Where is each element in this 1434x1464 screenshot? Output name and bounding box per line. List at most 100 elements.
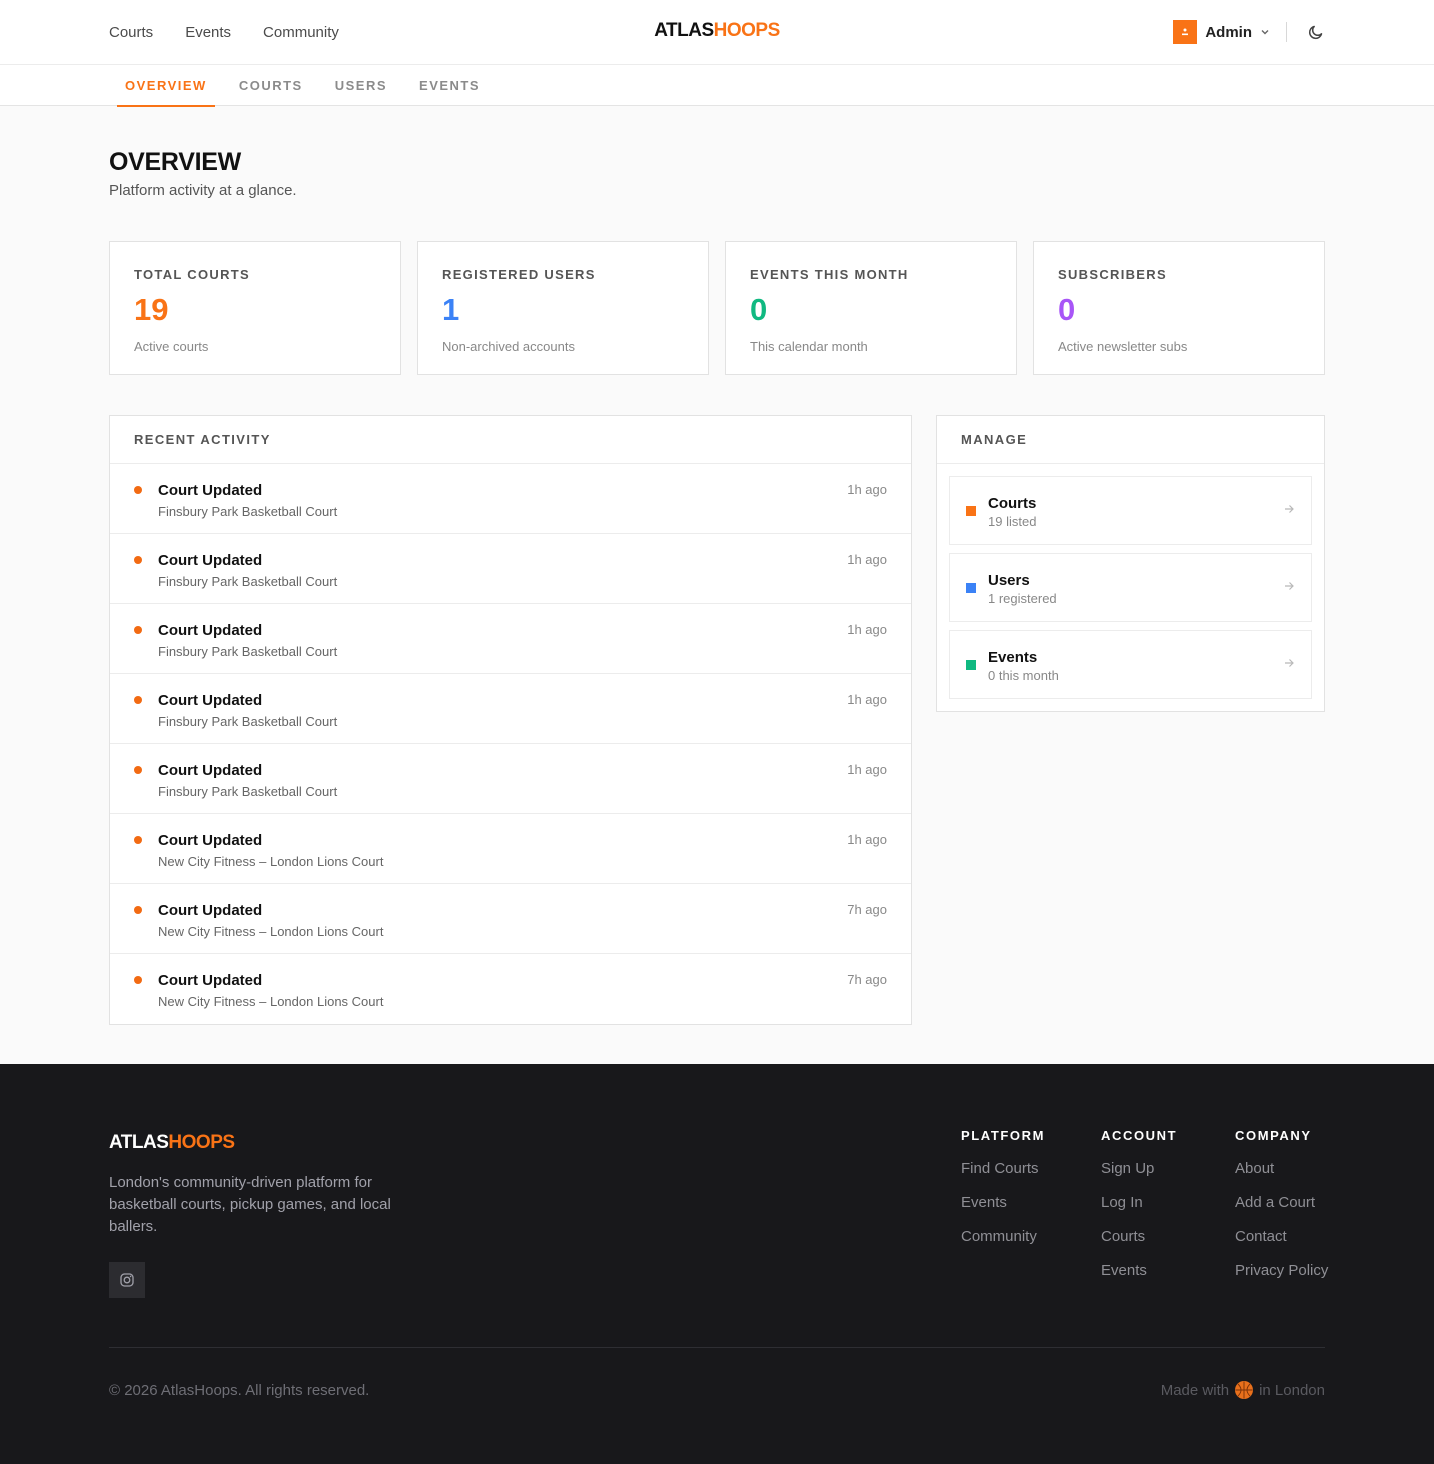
manage-item-users[interactable]: Users 1 registered [949,553,1312,622]
stats-row: TOTAL COURTS 19 Active courts REGISTERED… [109,241,1325,375]
activity-subtitle: New City Fitness – London Lions Court [158,924,384,939]
brand-logo[interactable]: ATLASHOOPS [654,20,780,42]
activity-subtitle: Finsbury Park Basketball Court [158,504,338,519]
top-nav: Courts Events Community [109,0,339,64]
footer-column-heading: ACCOUNT [1101,1128,1178,1143]
status-dot [134,486,142,494]
brand-logo-part1: ATLAS [654,20,714,41]
footer-link[interactable]: About [1235,1160,1328,1177]
activity-title: Court Updated [158,692,263,709]
footer-link[interactable]: Privacy Policy [1235,1262,1328,1279]
stat-value: 0 [1058,292,1076,327]
footer-logo-part1: ATLAS [109,1132,169,1153]
stat-label: TOTAL COURTS [134,267,250,282]
footer-column-heading: COMPANY [1235,1128,1312,1143]
activity-subtitle: New City Fitness – London Lions Court [158,854,384,869]
user-menu-label[interactable]: Admin [1205,24,1252,41]
manage-item-courts[interactable]: Courts 19 listed [949,476,1312,545]
activity-subtitle: Finsbury Park Basketball Court [158,784,338,799]
footer-logo-part2: HOOPS [168,1132,235,1153]
stat-label: SUBSCRIBERS [1058,267,1167,282]
tab-events[interactable]: EVENTS [411,65,488,106]
tab-courts[interactable]: COURTS [231,65,311,106]
page-subtitle: Platform activity at a glance. [109,182,297,199]
footer-column-heading: PLATFORM [961,1128,1046,1143]
activity-time: 1h ago [847,482,887,497]
panel-heading: MANAGE [937,416,1324,464]
activity-row[interactable]: Court Updated Finsbury Park Basketball C… [110,674,911,744]
moon-icon[interactable] [1307,23,1325,41]
footer-link[interactable]: Log In [1101,1194,1177,1211]
activity-title: Court Updated [158,762,263,779]
top-bar: Courts Events Community ATLASHOOPS Admin [0,0,1434,65]
tab-overview[interactable]: OVERVIEW [117,65,215,107]
arrow-right-icon [1283,580,1295,592]
activity-row[interactable]: Court Updated Finsbury Park Basketball C… [110,464,911,534]
footer-link[interactable]: Add a Court [1235,1194,1328,1211]
manage-panel: MANAGE Courts 19 listed Users 1 register… [936,415,1325,712]
activity-row[interactable]: Court Updated Finsbury Park Basketball C… [110,744,911,814]
manage-item-events[interactable]: Events 0 this month [949,630,1312,699]
footer-link[interactable]: Events [1101,1262,1177,1279]
activity-title: Court Updated [158,902,263,919]
activity-row[interactable]: Court Updated Finsbury Park Basketball C… [110,604,911,674]
footer-link[interactable]: Find Courts [961,1160,1045,1177]
status-dot [134,906,142,914]
basketball-icon [1235,1381,1254,1399]
activity-row[interactable]: Court Updated New City Fitness – London … [110,884,911,954]
activity-row[interactable]: Court Updated Finsbury Park Basketball C… [110,534,911,604]
instagram-icon[interactable] [109,1262,145,1298]
made-with-prefix: Made with [1160,1381,1230,1399]
activity-time: 1h ago [847,552,887,567]
footer-logo[interactable]: ATLASHOOPS [109,1132,235,1154]
stat-value: 0 [750,292,768,327]
color-swatch [966,506,976,516]
footer-link[interactable]: Sign Up [1101,1160,1177,1177]
made-with: Made with in London [1161,1381,1325,1399]
stat-value: 19 [134,292,169,327]
color-swatch [966,660,976,670]
footer-link[interactable]: Events [961,1194,1045,1211]
stat-desc: Active newsletter subs [1058,339,1188,354]
nav-events[interactable]: Events [185,24,231,41]
activity-title: Court Updated [158,832,263,849]
activity-time: 1h ago [847,622,887,637]
status-dot [134,696,142,704]
brand-logo-part2: HOOPS [713,20,781,41]
nav-courts[interactable]: Courts [109,24,153,41]
status-dot [134,626,142,634]
manage-item-subtitle: 1 registered [988,591,1057,606]
manage-item-title: Events [988,649,1038,666]
activity-time: 1h ago [847,692,887,707]
user-icon[interactable] [1173,20,1198,44]
manage-item-subtitle: 19 listed [988,514,1037,529]
footer-link[interactable]: Courts [1101,1228,1177,1245]
chevron-down-icon[interactable] [1260,27,1270,37]
nav-community[interactable]: Community [263,24,339,41]
stat-value: 1 [442,292,460,327]
activity-subtitle: Finsbury Park Basketball Court [158,574,338,589]
stat-desc: This calendar month [750,339,868,354]
footer-description: London's community-driven platform for b… [109,1174,391,1235]
activity-title: Court Updated [158,972,263,989]
panel-heading: RECENT ACTIVITY [110,416,911,464]
activity-row[interactable]: Court Updated New City Fitness – London … [110,954,911,1024]
activity-title: Court Updated [158,482,263,499]
arrow-right-icon [1283,657,1295,669]
activity-row[interactable]: Court Updated New City Fitness – London … [110,814,911,884]
stat-label: EVENTS THIS MONTH [750,267,909,282]
footer-link[interactable]: Contact [1235,1228,1328,1245]
tab-users[interactable]: USERS [327,65,395,106]
footer-column-account: ACCOUNT Sign Up Log In Courts Events [1101,1128,1177,1279]
activity-subtitle: Finsbury Park Basketball Court [158,714,338,729]
status-dot [134,976,142,984]
copyright: © 2026 AtlasHoops. All rights reserved. [109,1382,370,1399]
stat-desc: Non-archived accounts [442,339,575,354]
footer-column-platform: PLATFORM Find Courts Events Community [961,1128,1045,1245]
main-content: OVERVIEW Platform activity at a glance. … [0,106,1434,1064]
activity-subtitle: New City Fitness – London Lions Court [158,994,384,1009]
manage-item-subtitle: 0 this month [988,668,1059,683]
made-with-suffix: in London [1259,1381,1325,1399]
stat-label: REGISTERED USERS [442,267,596,282]
footer-link[interactable]: Community [961,1228,1045,1245]
